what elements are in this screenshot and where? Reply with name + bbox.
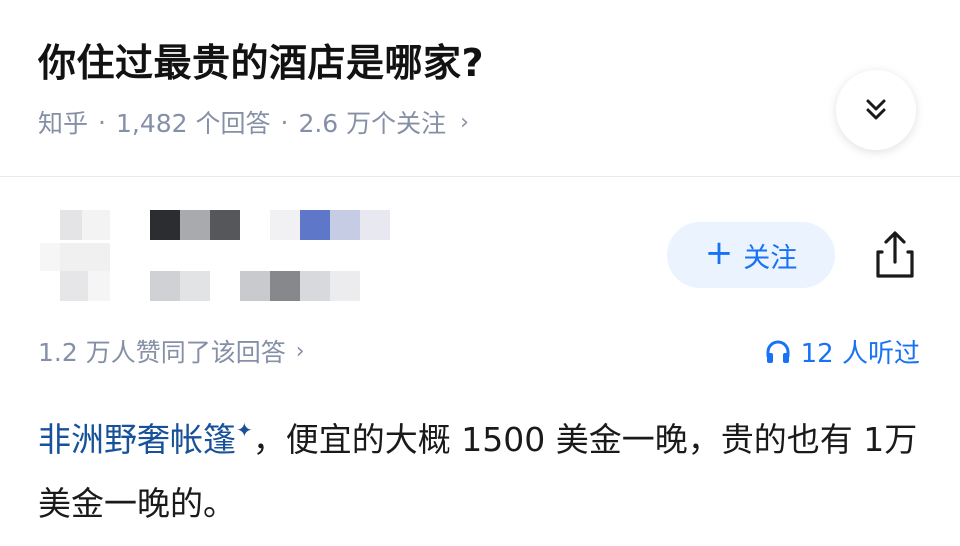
plus-icon: + xyxy=(704,233,734,273)
mosaic-tile xyxy=(40,243,60,271)
mosaic-tile xyxy=(270,271,300,301)
mosaic-tile xyxy=(360,210,390,240)
mosaic-tile xyxy=(270,210,300,240)
chevron-right-icon: › xyxy=(460,109,469,135)
collapse-button[interactable] xyxy=(836,70,916,150)
mosaic-tile xyxy=(150,271,180,301)
follower-count: 2.6 万个关注 xyxy=(298,109,447,138)
mosaic-tile xyxy=(150,210,180,240)
mosaic-tile xyxy=(60,271,88,301)
agree-count: 1.2 万人赞同了该回答 xyxy=(38,338,286,367)
mosaic-tile xyxy=(300,271,330,301)
mosaic-tile xyxy=(300,210,330,240)
mosaic-tile xyxy=(330,210,360,240)
mosaic-tile xyxy=(330,271,360,301)
source-label: 知乎 xyxy=(38,109,89,138)
question-title[interactable]: 你住过最贵的酒店是哪家? xyxy=(38,32,484,87)
meta-separator: · xyxy=(98,107,106,137)
author-info-blurred[interactable] xyxy=(40,205,400,305)
mosaic-tile xyxy=(60,210,82,240)
zhihu-answer-page: 你住过最贵的酒店是哪家? 知乎 · 1,482 个回答 · 2.6 万个关注 › xyxy=(0,0,960,546)
spark-icon: ✦ xyxy=(236,418,253,442)
mosaic-tile xyxy=(210,210,240,240)
question-meta[interactable]: 知乎 · 1,482 个回答 · 2.6 万个关注 › xyxy=(38,104,469,140)
follow-button[interactable]: + 关注 xyxy=(667,222,835,288)
listen-count[interactable]: 12 人听过 xyxy=(765,333,920,370)
double-chevron-down-icon xyxy=(866,99,886,120)
listen-count-text: 12 人听过 xyxy=(800,339,920,369)
chevron-right-icon: › xyxy=(295,338,305,364)
follow-label: 关注 xyxy=(743,242,798,274)
keyword-link[interactable]: 非洲野奢帐篷 xyxy=(38,420,236,459)
headphones-icon xyxy=(766,340,790,363)
section-divider xyxy=(0,176,960,177)
answer-count: 1,482 个回答 xyxy=(115,109,271,138)
meta-separator: · xyxy=(280,107,289,137)
mosaic-tile xyxy=(82,210,110,240)
mosaic-tile xyxy=(180,210,210,240)
mosaic-tile xyxy=(60,243,110,271)
mosaic-tile xyxy=(240,271,270,301)
answer-content: 非洲野奢帐篷✦，便宜的大概 1500 美金一晚，贵的也有 1万美金一晚的。 xyxy=(38,398,928,536)
mosaic-tile xyxy=(180,271,210,301)
agree-count-link[interactable]: 1.2 万人赞同了该回答 › xyxy=(38,333,305,369)
mosaic-tile xyxy=(88,271,110,301)
share-icon[interactable] xyxy=(872,230,918,280)
